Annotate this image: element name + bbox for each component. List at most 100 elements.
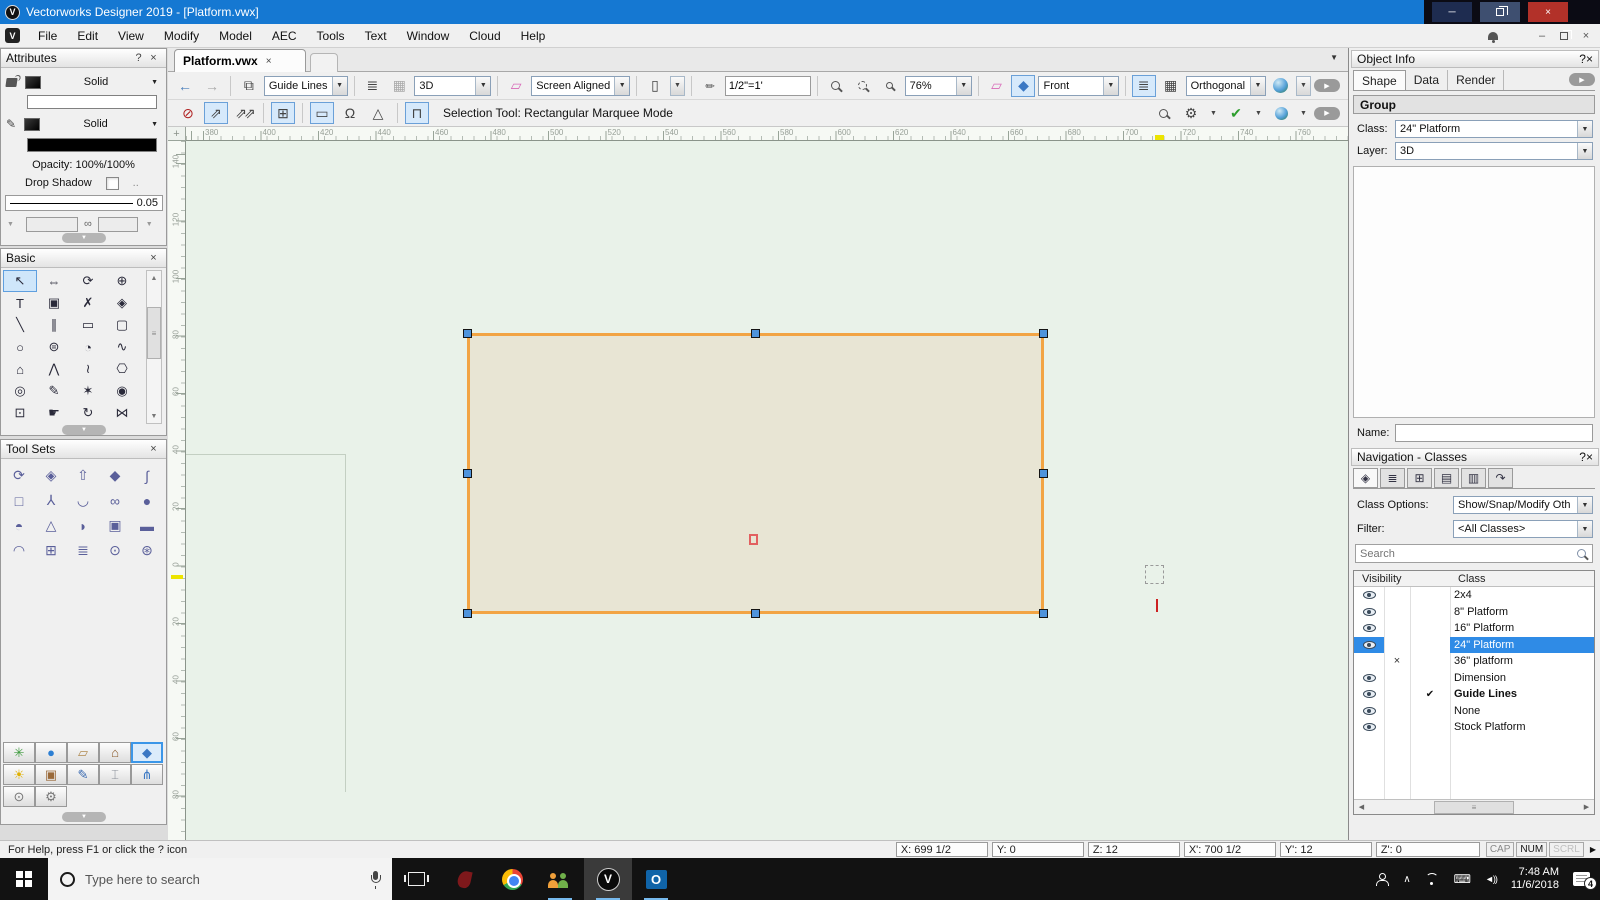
help-icon[interactable]: ? <box>1579 450 1586 464</box>
layer-dropdown[interactable]: 3D ▼ <box>1395 142 1593 160</box>
speaker-icon[interactable]: ◄)) <box>1485 874 1498 884</box>
deform-tool[interactable]: ☛ <box>37 402 71 424</box>
cat-drawing-board[interactable]: ▱ <box>67 742 99 763</box>
notification-bell-icon[interactable] <box>1488 32 1498 43</box>
document-tab-active[interactable]: Platform.vwx × <box>174 49 306 72</box>
taskbar-app-quill[interactable] <box>440 858 488 900</box>
toolbar-overflow-button[interactable]: ▶ <box>1314 79 1340 92</box>
chevron-down-icon[interactable]: ▼ <box>614 76 630 95</box>
eye-icon[interactable] <box>1362 673 1376 682</box>
constrain-mode-icon[interactable]: ⊞ <box>271 102 295 124</box>
tab-close-icon[interactable]: × <box>266 56 272 67</box>
mirror-tool[interactable]: ⋈ <box>105 402 139 424</box>
palette-collapse-button[interactable]: ▼ <box>62 233 106 243</box>
object-info-titlebar[interactable]: Object Info ? × <box>1351 50 1599 68</box>
active-class-dropdown[interactable]: Guide Lines ▼ <box>263 75 348 96</box>
translate-view-tool[interactable]: ◈ <box>105 292 139 314</box>
saved-views-icon[interactable]: ▦ <box>387 75 411 97</box>
clip-tool[interactable]: ⊡ <box>3 402 37 424</box>
eye-icon[interactable] <box>1362 690 1376 699</box>
menu-item-window[interactable]: Window <box>397 24 460 48</box>
help-icon[interactable]: ? <box>131 52 146 64</box>
freehand-tool[interactable]: ∿ <box>105 336 139 358</box>
unified-view-icon[interactable]: ◆ <box>1011 74 1036 97</box>
selected-platform-object[interactable] <box>467 333 1044 614</box>
nav-tab-viewports[interactable]: ▤ <box>1434 468 1459 488</box>
polyline-tool[interactable]: ⋀ <box>37 358 71 380</box>
ruler-origin-icon[interactable]: + <box>168 127 186 141</box>
chevron-down-icon[interactable]: ▼ <box>1577 121 1592 137</box>
look-at-working-plane-icon[interactable]: ▱ <box>984 75 1008 97</box>
hidden-mark-cell[interactable] <box>1384 620 1410 637</box>
start-marker-field[interactable] <box>25 216 78 232</box>
mesh-tool[interactable]: ◆ <box>99 463 131 488</box>
zoom-level-icon[interactable] <box>878 75 902 97</box>
class-row[interactable]: 8" Platform <box>1354 604 1594 621</box>
class-row[interactable]: 2x4 <box>1354 587 1594 604</box>
active-class-cell[interactable] <box>1410 653 1450 670</box>
rectangle-tool[interactable]: ▭ <box>71 314 105 336</box>
drawing-canvas[interactable] <box>186 141 1348 840</box>
object-name-field[interactable] <box>1395 424 1593 442</box>
close-icon[interactable]: × <box>146 252 161 264</box>
delete-vertex-tool[interactable]: ✗ <box>71 292 105 314</box>
eye-icon[interactable] <box>1362 723 1376 732</box>
menu-item-text[interactable]: Text <box>355 24 397 48</box>
chevron-down-icon[interactable]: ▼ <box>1249 76 1265 95</box>
slab-tool[interactable]: ▬ <box>131 513 163 538</box>
back-button[interactable]: ← <box>173 75 197 97</box>
class-layer-options-icon[interactable]: ≣ <box>1131 74 1156 97</box>
extrude-tool[interactable]: ⇧ <box>67 463 99 488</box>
palette-collapse-button[interactable]: ▼ <box>62 812 106 822</box>
chevron-down-icon[interactable]: ▼ <box>331 76 347 95</box>
chevron-down-icon[interactable]: ▼ <box>1577 143 1592 159</box>
cat-3d-modeling[interactable]: ◆ <box>131 742 163 763</box>
visibility-cell[interactable] <box>1354 587 1384 604</box>
visibility-cell[interactable] <box>1354 719 1384 736</box>
selection-handle-nw[interactable] <box>463 329 472 338</box>
ellipse-tool[interactable]: ⊜ <box>37 336 71 358</box>
class-row[interactable]: Stock Platform <box>1354 719 1594 736</box>
polygon-lasso-mode-icon[interactable]: △ <box>366 102 390 124</box>
twist-tool[interactable]: ∫ <box>131 463 163 488</box>
filter-dropdown[interactable]: <All Classes> ▼ <box>1453 520 1593 538</box>
zoom-dropdown[interactable]: 76% ▼ <box>904 75 972 96</box>
help-icon[interactable]: ? <box>1579 52 1586 66</box>
layers-icon[interactable]: ≣ <box>360 75 384 97</box>
circle-tool[interactable]: ○ <box>3 336 37 358</box>
basic-titlebar[interactable]: Basic × <box>1 249 166 268</box>
document-minimize-button[interactable]: – <box>1534 30 1550 42</box>
tab-shape[interactable]: Shape <box>1353 70 1406 90</box>
callout-tool[interactable]: ▣ <box>37 292 71 314</box>
touch-keyboard-icon[interactable]: ⌨ <box>1454 872 1471 886</box>
flyover-tool[interactable]: ⟳ <box>71 270 105 292</box>
chevron-down-icon[interactable]: ▼ <box>151 79 158 86</box>
visibility-cell[interactable] <box>1354 620 1384 637</box>
task-view-button[interactable] <box>392 858 440 900</box>
active-class-cell[interactable] <box>1410 620 1450 637</box>
selection-handle-n[interactable] <box>751 329 760 338</box>
close-icon[interactable]: × <box>1586 52 1593 66</box>
class-hierarchy-icon[interactable]: ⧉ <box>237 75 261 97</box>
render-mode-icon[interactable] <box>1269 75 1293 97</box>
close-button[interactable]: × <box>1528 2 1568 22</box>
selection-handle-s[interactable] <box>751 609 760 618</box>
quick-render-icon[interactable] <box>1269 102 1293 124</box>
reshape-tool[interactable]: ≀ <box>71 358 105 380</box>
selection-handle-e[interactable] <box>1039 469 1048 478</box>
cat-dims-notes[interactable]: ✎ <box>67 764 99 785</box>
hidden-mark-cell[interactable] <box>1384 604 1410 621</box>
document-tab-new[interactable] <box>310 53 338 72</box>
visibility-cell[interactable] <box>1354 686 1384 703</box>
class-search-box[interactable] <box>1355 544 1593 563</box>
chevron-down-icon[interactable]: ▼ <box>1577 497 1592 513</box>
wifi-icon[interactable] <box>1425 873 1440 885</box>
wireframe-cube-tool[interactable]: □ <box>3 488 35 513</box>
status-overflow-icon[interactable]: ▶ <box>1590 845 1596 854</box>
fill-bucket-icon[interactable] <box>5 77 18 87</box>
surface-tool[interactable]: ◡ <box>67 488 99 513</box>
menu-item-cloud[interactable]: Cloud <box>459 24 510 48</box>
menu-item-aec[interactable]: AEC <box>262 24 307 48</box>
start-button[interactable] <box>0 858 48 900</box>
polygon-tool[interactable]: ⌂ <box>3 358 37 380</box>
